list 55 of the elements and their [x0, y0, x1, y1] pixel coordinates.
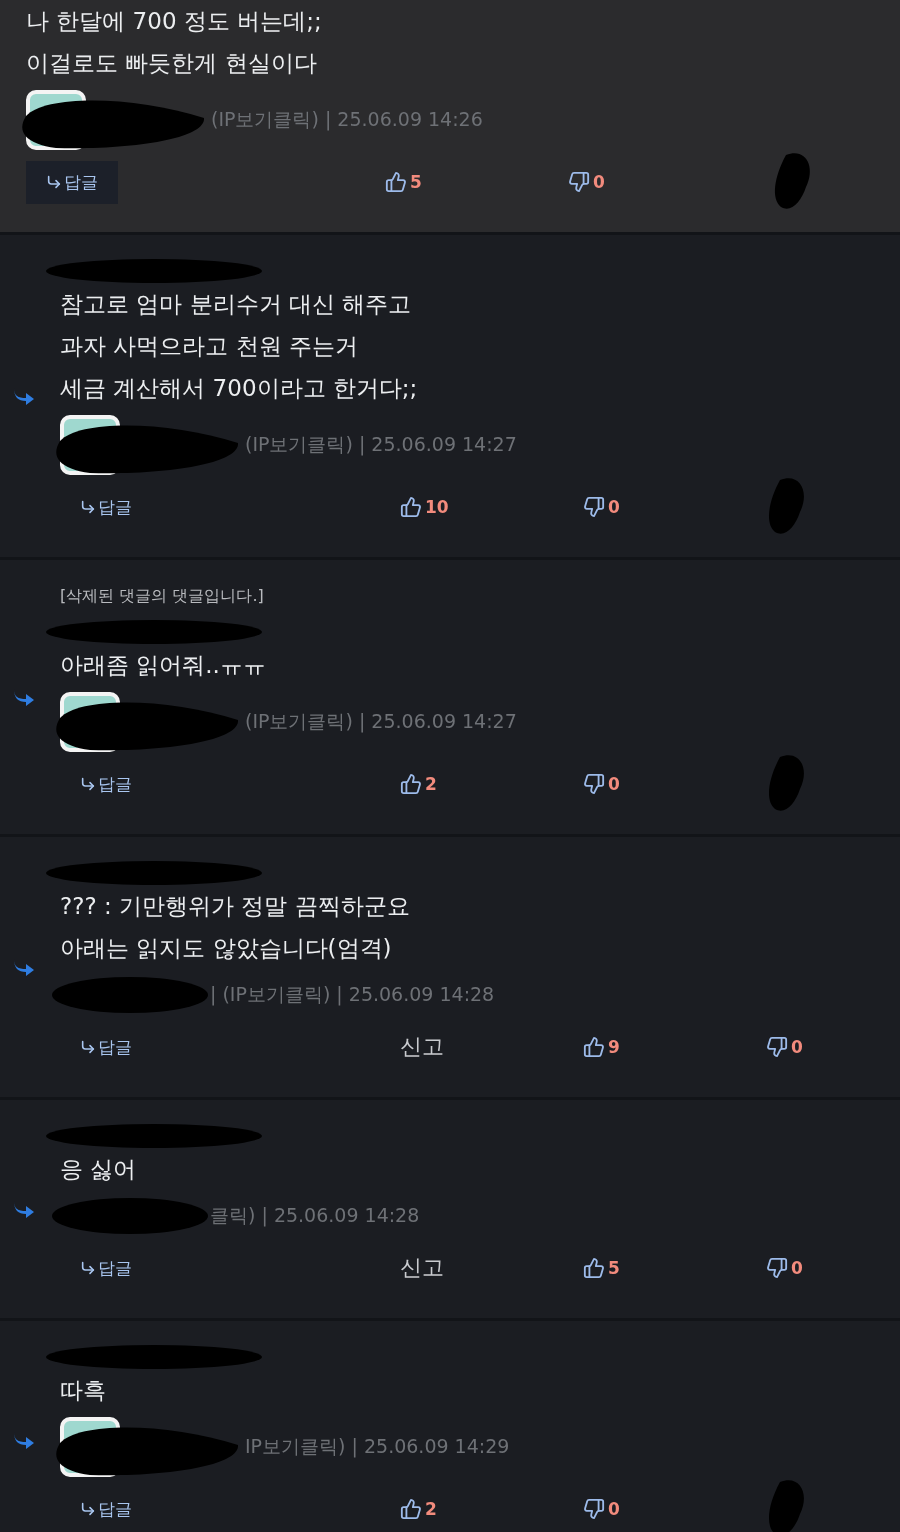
dislike-button[interactable]: 0: [766, 1036, 803, 1058]
reply-icon: [80, 1039, 96, 1055]
thumbs-up-icon: [583, 1257, 605, 1279]
comment-text: 과자 사먹으라고 천원 주는거: [60, 332, 359, 361]
reply-button[interactable]: 답글: [60, 1035, 132, 1059]
thumbs-down-icon: [583, 1498, 605, 1520]
like-button[interactable]: 5: [583, 1257, 620, 1279]
comment-text: 나 한달에 700 정도 버는데;;: [26, 7, 323, 36]
report-link[interactable]: 신고: [400, 1032, 444, 1062]
reply-button[interactable]: 답글: [60, 1497, 132, 1521]
thumbs-up-icon: [400, 773, 422, 795]
reply-icon: [46, 174, 62, 190]
reply-button[interactable]: 답글: [26, 160, 118, 204]
reply-button[interactable]: 답글: [60, 772, 132, 796]
reply-icon: [80, 1260, 96, 1276]
like-button[interactable]: 2: [400, 1498, 437, 1520]
comment-text: 세금 계산해서 700이라고 한거다;;: [60, 374, 419, 403]
comment-text: 참고로 엄마 분리수거 대신 해주고: [60, 290, 413, 319]
like-button[interactable]: 5: [385, 171, 422, 193]
thumbs-up-icon: [400, 1498, 422, 1520]
comment-text: 응 싫어: [60, 1155, 138, 1184]
thumbs-up-icon: [400, 496, 422, 518]
dislike-button[interactable]: 0: [583, 496, 620, 518]
like-button[interactable]: 2: [400, 773, 437, 795]
dislike-button[interactable]: 0: [568, 171, 605, 193]
like-button[interactable]: 9: [583, 1036, 620, 1058]
reply-icon: [80, 1501, 96, 1517]
reply-icon: [80, 499, 96, 515]
comment-meta: (IP보기클릭) | 25.06.09 14:26: [211, 107, 483, 133]
comment-meta: | (IP보기클릭) | 25.06.09 14:28: [210, 982, 495, 1008]
report-link[interactable]: 신고: [400, 1253, 444, 1283]
comment-meta: IP보기클릭) | 25.06.09 14:29: [245, 1434, 510, 1460]
thumbs-up-icon: [385, 171, 407, 193]
deleted-parent-note: [삭제된 댓글의 댓글입니다.]: [60, 585, 265, 607]
thumbs-down-icon: [766, 1036, 788, 1058]
reply-button[interactable]: 답글: [60, 495, 132, 519]
comment-meta: (IP보기클릭) | 25.06.09 14:27: [245, 709, 517, 735]
reply-icon: [80, 776, 96, 792]
dislike-button[interactable]: 0: [583, 773, 620, 795]
comment-text: 이걸로도 빠듯한게 현실이다: [26, 49, 318, 78]
dislike-button[interactable]: 0: [766, 1257, 803, 1279]
comment-text: 아래좀 읽어줘..ㅠㅠ: [60, 651, 267, 680]
comment-text: ??? : 기만행위가 정말 끔찍하군요: [60, 892, 411, 921]
comment-text: 아래는 읽지도 않았습니다(엄격): [60, 934, 393, 963]
thumbs-down-icon: [583, 773, 605, 795]
thumbs-down-icon: [766, 1257, 788, 1279]
like-button[interactable]: 10: [400, 496, 449, 518]
comment-meta: 클릭) | 25.06.09 14:28: [210, 1203, 420, 1229]
reply-button[interactable]: 답글: [60, 1256, 132, 1280]
thumbs-down-icon: [568, 171, 590, 193]
thumbs-up-icon: [583, 1036, 605, 1058]
comment-meta: (IP보기클릭) | 25.06.09 14:27: [245, 432, 517, 458]
comment-text: 따흑: [60, 1376, 107, 1405]
dislike-button[interactable]: 0: [583, 1498, 620, 1520]
thumbs-down-icon: [583, 496, 605, 518]
